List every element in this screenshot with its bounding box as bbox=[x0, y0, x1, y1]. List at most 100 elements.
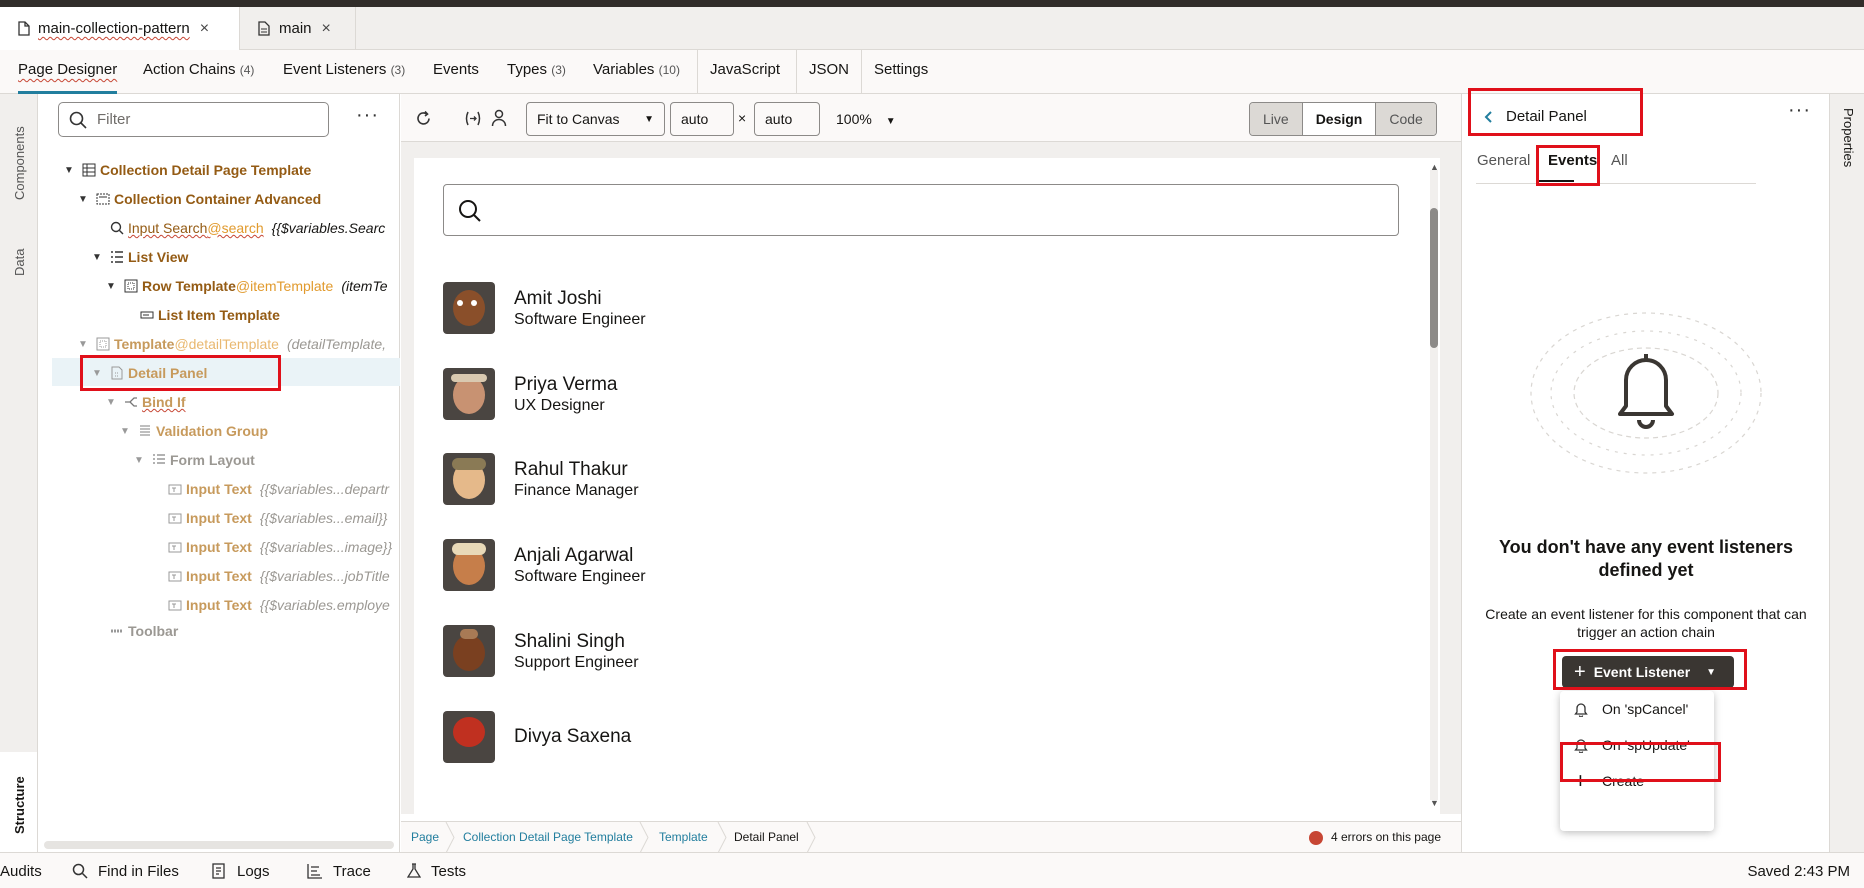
code-mode-button[interactable]: Code bbox=[1376, 103, 1436, 135]
height-input[interactable]: auto bbox=[754, 102, 820, 136]
zoom-select[interactable]: 100% ▼ bbox=[836, 111, 896, 127]
tab-types[interactable]: Types (3) bbox=[507, 50, 566, 94]
scroll-down-icon[interactable]: ▼ bbox=[1430, 798, 1439, 808]
list-item[interactable]: Rahul Thakur Finance Manager bbox=[443, 451, 639, 507]
width-input[interactable]: auto bbox=[670, 102, 734, 136]
vertical-scrollbar-thumb[interactable] bbox=[1430, 208, 1438, 348]
list-item[interactable]: Divya Saxena bbox=[443, 709, 631, 765]
list-item[interactable]: Amit Joshi Software Engineer bbox=[443, 280, 646, 336]
variable-icon[interactable] bbox=[464, 110, 482, 127]
close-icon[interactable]: × bbox=[322, 20, 331, 38]
file-tab-main[interactable]: main × bbox=[240, 7, 356, 50]
tab-all[interactable]: All bbox=[1611, 152, 1628, 169]
tests-button[interactable]: Tests bbox=[407, 853, 466, 888]
tree-node-collection-container-advanced[interactable]: ▼ Collection Container Advanced bbox=[78, 187, 321, 211]
collapse-icon[interactable]: ▼ bbox=[120, 426, 132, 437]
collapse-icon[interactable]: ▼ bbox=[106, 397, 118, 408]
more-options-icon[interactable]: ··· bbox=[1788, 99, 1811, 122]
tree-node-bind-if[interactable]: ▼ Bind If bbox=[106, 390, 186, 414]
tree-node-binding: {{$variables...image}} bbox=[259, 539, 393, 555]
avatar bbox=[443, 539, 495, 591]
user-icon[interactable] bbox=[491, 109, 507, 127]
scroll-up-icon[interactable]: ▲ bbox=[1430, 162, 1439, 172]
collapse-icon[interactable]: ▼ bbox=[134, 455, 146, 466]
canvas-toolbar: Fit to Canvas ▼ auto × auto 100% ▼ Live … bbox=[401, 94, 1461, 142]
rail-tab-data[interactable]: Data bbox=[12, 249, 27, 276]
list-item[interactable]: Shalini Singh Support Engineer bbox=[443, 623, 639, 679]
error-indicator[interactable]: 4 errors on this page bbox=[1308, 822, 1441, 853]
tab-page-designer[interactable]: Page Designer bbox=[18, 50, 118, 94]
highlight-panel-header bbox=[1468, 88, 1643, 136]
tree-node-toolbar[interactable]: Toolbar bbox=[110, 619, 178, 643]
collapse-icon[interactable]: ▼ bbox=[78, 339, 90, 350]
horizontal-scrollbar[interactable] bbox=[44, 841, 394, 849]
refresh-icon[interactable] bbox=[415, 110, 432, 127]
status-bar: Audits Find in Files Logs Trace Tests Sa… bbox=[0, 852, 1864, 888]
live-mode-button[interactable]: Live bbox=[1250, 103, 1303, 135]
tree-node-input-text[interactable]: Input Text {{$variables...jobTitle bbox=[168, 564, 390, 588]
collapse-icon[interactable]: ▼ bbox=[78, 194, 90, 205]
text-input-icon bbox=[168, 513, 182, 524]
tree-node-input-text[interactable]: Input Text {{$variables...image}} bbox=[168, 535, 392, 559]
tab-label: JSON bbox=[809, 61, 850, 78]
find-in-files-button[interactable]: Find in Files bbox=[72, 853, 179, 888]
rail-tab-structure[interactable]: Structure bbox=[12, 776, 27, 834]
tree-node-label: Validation Group bbox=[156, 423, 269, 439]
left-rail: Components Data bbox=[0, 94, 38, 852]
menu-item-on-spcancel[interactable]: On 'spCancel' bbox=[1560, 691, 1714, 727]
list-item[interactable]: Anjali Agarwal Software Engineer bbox=[443, 537, 646, 593]
breadcrumb-collection-detail-page-template[interactable]: Collection Detail Page Template bbox=[463, 822, 633, 853]
template-icon bbox=[124, 279, 138, 293]
rail-tab-components[interactable]: Components bbox=[12, 126, 27, 200]
breadcrumb-template[interactable]: Template bbox=[659, 822, 708, 853]
rail-tab-structure-wrap: Structure bbox=[0, 752, 38, 852]
person-title: Finance Manager bbox=[514, 481, 639, 499]
tree-node-label: Collection Detail Page Template bbox=[100, 162, 312, 178]
tab-variables[interactable]: Variables (10) bbox=[593, 50, 680, 94]
tree-node-list-item-template[interactable]: List Item Template bbox=[140, 303, 280, 327]
list-item[interactable]: Priya Verma UX Designer bbox=[443, 366, 617, 422]
design-mode-button[interactable]: Design bbox=[1302, 103, 1377, 135]
text-input-icon bbox=[168, 600, 182, 611]
collapse-icon[interactable]: ▼ bbox=[92, 252, 104, 263]
tree-node-validation-group[interactable]: ▼ Validation Group bbox=[120, 419, 268, 443]
breadcrumb-separator-icon bbox=[806, 822, 816, 853]
more-options-icon[interactable]: ··· bbox=[356, 104, 379, 127]
tree-node-template[interactable]: ▼ Template @detailTemplate (detailTempla… bbox=[78, 332, 386, 356]
tree-node-collection-detail-page-template[interactable]: ▼ Collection Detail Page Template bbox=[64, 158, 311, 182]
tree-node-label: Input Search bbox=[128, 220, 208, 236]
collapse-icon[interactable]: ▼ bbox=[64, 165, 76, 176]
times-symbol: × bbox=[738, 110, 747, 126]
tree-node-list-view[interactable]: ▼ List View bbox=[92, 245, 188, 269]
tree-node-row-template[interactable]: ▼ Row Template @itemTemplate (itemTe bbox=[106, 274, 388, 298]
tree-node-binding: {{$variables.employe bbox=[259, 597, 390, 613]
collapse-icon[interactable]: ▼ bbox=[106, 281, 118, 292]
tab-settings[interactable]: Settings bbox=[861, 50, 928, 94]
filter-input[interactable]: Filter bbox=[58, 102, 329, 137]
tree-node-input-text[interactable]: Input Text {{$variables...departr bbox=[168, 477, 389, 501]
page-search-input[interactable] bbox=[443, 184, 1399, 236]
logs-button[interactable]: Logs bbox=[212, 853, 270, 888]
tree-node-form-layout[interactable]: ▼ Form Layout bbox=[134, 448, 255, 472]
file-tab-main-collection-pattern[interactable]: main-collection-pattern × bbox=[0, 7, 240, 50]
tab-json[interactable]: JSON bbox=[796, 50, 849, 94]
tab-events[interactable]: Events bbox=[433, 50, 479, 94]
breadcrumb: Page Collection Detail Page Template Tem… bbox=[401, 821, 1461, 853]
trace-button[interactable]: Trace bbox=[307, 853, 371, 888]
close-icon[interactable]: × bbox=[200, 20, 209, 38]
tree-node-input-text[interactable]: Input Text {{$variables...email}} bbox=[168, 506, 387, 530]
status-label: Tests bbox=[431, 862, 467, 880]
tab-javascript[interactable]: JavaScript bbox=[697, 50, 780, 94]
tree-node-input-text[interactable]: Input Text {{$variables.employe bbox=[168, 593, 390, 617]
breadcrumb-detail-panel[interactable]: Detail Panel bbox=[734, 822, 799, 853]
tab-general[interactable]: General bbox=[1477, 152, 1530, 169]
tab-action-chains[interactable]: Action Chains (4) bbox=[143, 50, 254, 94]
tab-event-listeners[interactable]: Event Listeners (3) bbox=[283, 50, 405, 94]
rail-tab-properties[interactable]: Properties bbox=[1841, 108, 1856, 167]
tab-divider bbox=[1476, 183, 1756, 184]
audits-button[interactable]: Audits bbox=[0, 853, 42, 888]
breadcrumb-page[interactable]: Page bbox=[411, 822, 439, 853]
tree-node-input-search[interactable]: Input Search @search {{$variables.Searc bbox=[110, 216, 385, 240]
bell-illustration-icon bbox=[1530, 312, 1762, 474]
fit-to-canvas-select[interactable]: Fit to Canvas ▼ bbox=[526, 102, 665, 136]
